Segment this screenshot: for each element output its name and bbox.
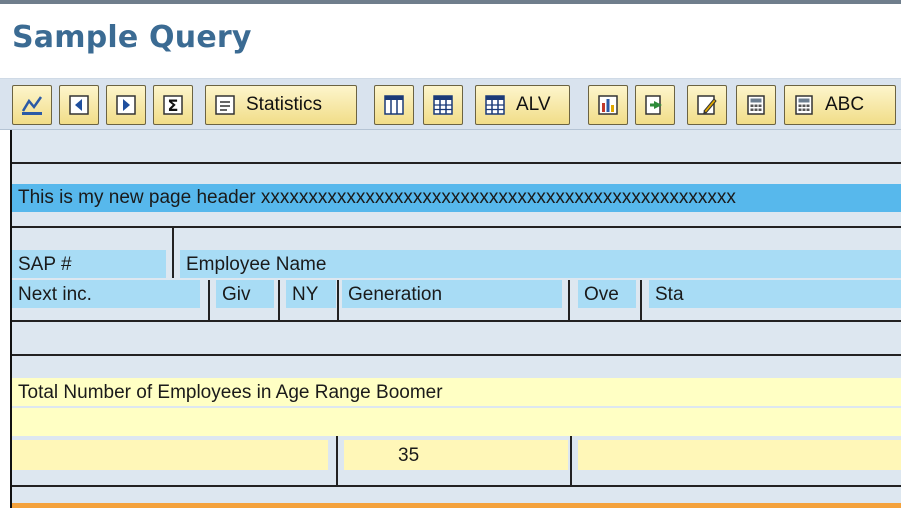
previous-page-button[interactable] bbox=[59, 85, 99, 125]
divider bbox=[12, 354, 901, 356]
column-header-ove[interactable]: Ove bbox=[578, 280, 636, 308]
group-total-spacer bbox=[12, 408, 901, 436]
page-title: Sample Query bbox=[12, 20, 252, 55]
columns-icon bbox=[382, 93, 406, 117]
column-header-row-2: Next inc. Giv NY Generation Ove Sta bbox=[12, 280, 901, 308]
group-total-cell bbox=[12, 440, 328, 470]
statistics-label: Statistics bbox=[246, 94, 323, 115]
export-button[interactable] bbox=[635, 85, 675, 125]
column-header-employee-name[interactable]: Employee Name bbox=[180, 250, 901, 278]
group-total-label: Total Number of Employees in Age Range B… bbox=[12, 378, 901, 406]
column-header-generation[interactable]: Generation bbox=[342, 280, 562, 308]
page-header: This is my new page header xxxxxxxxxxxxx… bbox=[12, 184, 901, 212]
column-separator bbox=[278, 280, 280, 320]
column-separator bbox=[336, 436, 338, 486]
column-separator bbox=[568, 280, 570, 320]
alv-button[interactable]: ALV bbox=[475, 85, 570, 125]
alv-label: ALV bbox=[516, 94, 551, 115]
next-group-header-strip bbox=[12, 503, 901, 508]
column-separator bbox=[570, 436, 572, 486]
column-separator bbox=[172, 228, 174, 278]
group-total-row: 35 bbox=[12, 440, 901, 470]
alv-grid-icon bbox=[483, 93, 507, 117]
arrow-left-icon bbox=[67, 93, 91, 117]
column-separator bbox=[208, 280, 210, 320]
sigma-icon: Σ bbox=[161, 93, 185, 117]
sum-button[interactable]: Σ bbox=[153, 85, 193, 125]
column-header-ny[interactable]: NY bbox=[286, 280, 336, 308]
spreadsheet-button[interactable] bbox=[736, 85, 776, 125]
layout-choose-icon bbox=[20, 93, 44, 117]
statistics-icon bbox=[213, 93, 237, 117]
columns-button[interactable] bbox=[374, 85, 414, 125]
divider bbox=[12, 226, 901, 228]
next-page-button[interactable] bbox=[106, 85, 146, 125]
window-top-border bbox=[0, 0, 901, 4]
column-header-sta[interactable]: Sta bbox=[649, 280, 901, 308]
abc-label: ABC bbox=[825, 94, 865, 115]
divider bbox=[12, 485, 901, 487]
calculator-icon bbox=[792, 93, 816, 117]
group-total-cell bbox=[578, 440, 901, 470]
export-icon bbox=[643, 93, 667, 117]
group-total-value: 35 bbox=[344, 440, 568, 470]
column-header-row-1: SAP # Employee Name bbox=[12, 250, 901, 278]
calculator-icon bbox=[744, 93, 768, 117]
column-header-giv[interactable]: Giv bbox=[216, 280, 274, 308]
table-grid-button[interactable] bbox=[423, 85, 463, 125]
bar-chart-icon bbox=[596, 93, 620, 117]
column-separator bbox=[640, 280, 642, 320]
word-processing-button[interactable] bbox=[687, 85, 727, 125]
choose-layout-button[interactable] bbox=[12, 85, 52, 125]
abc-analysis-button[interactable]: ABC bbox=[784, 85, 896, 125]
table-grid-icon bbox=[431, 93, 455, 117]
divider bbox=[12, 162, 901, 164]
pencil-document-icon bbox=[695, 93, 719, 117]
graphic-button[interactable] bbox=[588, 85, 628, 125]
statistics-button[interactable]: Statistics bbox=[205, 85, 357, 125]
report-area: This is my new page header xxxxxxxxxxxxx… bbox=[10, 130, 901, 508]
report-toolbar: Σ Statistics ALV ABC bbox=[0, 78, 901, 130]
column-header-sap-number[interactable]: SAP # bbox=[12, 250, 166, 278]
svg-text:Σ: Σ bbox=[168, 96, 179, 115]
column-separator bbox=[337, 280, 339, 320]
column-header-next-inc[interactable]: Next inc. bbox=[12, 280, 200, 308]
arrow-right-icon bbox=[114, 93, 138, 117]
divider bbox=[12, 320, 901, 322]
